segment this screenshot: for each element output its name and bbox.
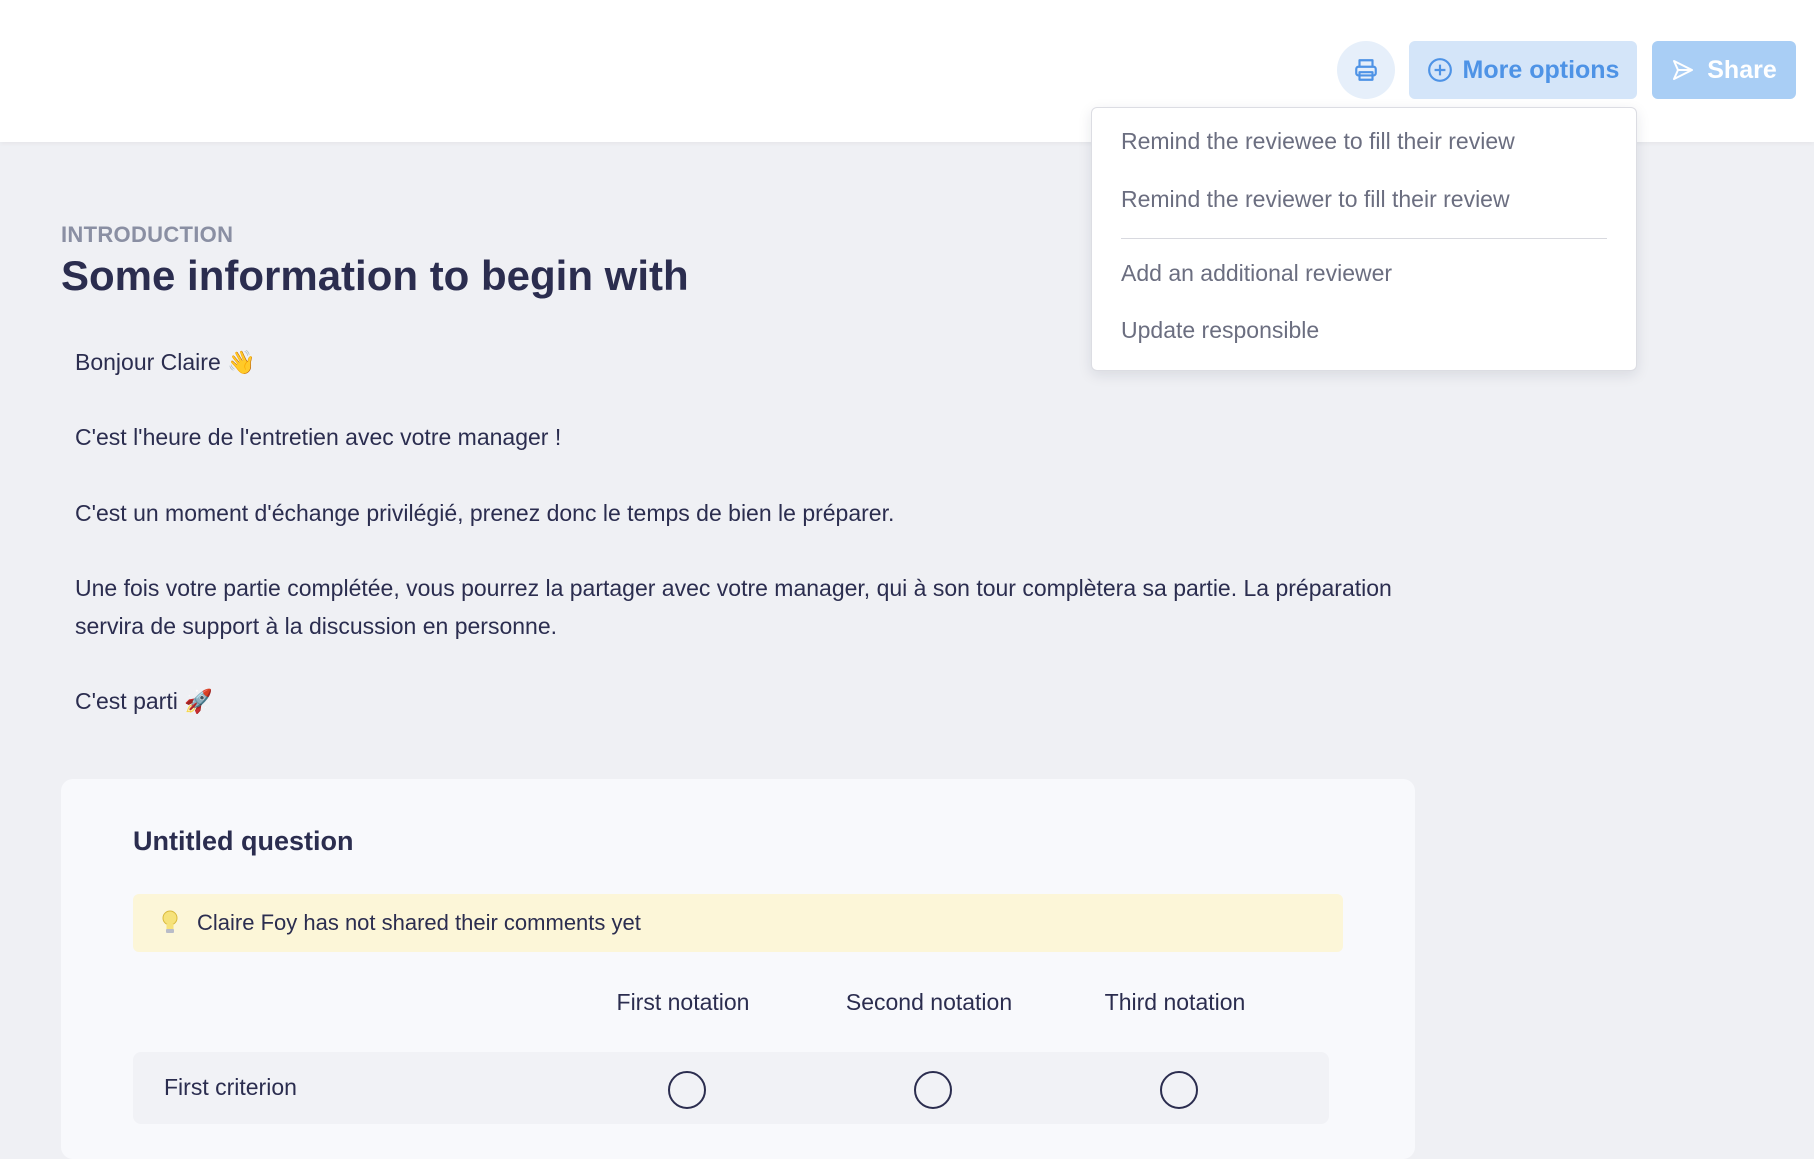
- plus-circle-icon: [1427, 58, 1452, 82]
- section-title: Some information to begin with: [61, 252, 689, 299]
- notice-text: Claire Foy has not shared their comments…: [197, 910, 641, 935]
- intro-paragraph: C'est l'heure de l'entretien avec votre …: [75, 424, 562, 450]
- more-options-menu: Remind the reviewee to fill their review…: [1091, 107, 1637, 371]
- column-header-second-notation: Second notation: [845, 989, 1013, 1015]
- intro-paragraph: C'est un moment d'échange privilégié, pr…: [75, 500, 895, 526]
- radio-third-notation[interactable]: [1160, 1071, 1198, 1109]
- radio-second-notation[interactable]: [914, 1071, 952, 1109]
- radio-first-notation[interactable]: [668, 1071, 706, 1109]
- share-button[interactable]: Share: [1652, 41, 1796, 99]
- send-icon: [1673, 60, 1694, 80]
- column-header-third-notation: Third notation: [1104, 989, 1246, 1015]
- comments-notice: Claire Foy has not shared their comments…: [133, 894, 1343, 952]
- question-card: Untitled question Claire Foy has not sha…: [61, 779, 1415, 1159]
- more-options-button[interactable]: More options: [1409, 41, 1637, 99]
- intro-paragraph: C'est parti 🚀: [75, 688, 213, 714]
- menu-item-remind-reviewee[interactable]: Remind the reviewee to fill their review: [1121, 128, 1515, 155]
- print-button[interactable]: [1337, 41, 1395, 99]
- question-title: Untitled question: [133, 826, 354, 856]
- section-eyebrow: INTRODUCTION: [61, 222, 234, 247]
- lightbulb-icon: [162, 910, 178, 933]
- intro-paragraph: Une fois votre partie complétée, vous po…: [75, 575, 1392, 639]
- criterion-label: First criterion: [164, 1074, 297, 1100]
- intro-paragraph: Bonjour Claire 👋: [75, 349, 256, 375]
- more-options-label: More options: [1462, 55, 1620, 84]
- menu-item-add-reviewer[interactable]: Add an additional reviewer: [1121, 260, 1392, 287]
- menu-item-update-responsible[interactable]: Update responsible: [1121, 317, 1319, 344]
- printer-icon: [1355, 59, 1377, 81]
- menu-divider: [1121, 238, 1607, 239]
- criterion-row: First criterion: [133, 1052, 1329, 1124]
- column-header-first-notation: First notation: [616, 989, 750, 1015]
- menu-item-remind-reviewer[interactable]: Remind the reviewer to fill their review: [1121, 186, 1510, 213]
- share-label: Share: [1707, 55, 1777, 84]
